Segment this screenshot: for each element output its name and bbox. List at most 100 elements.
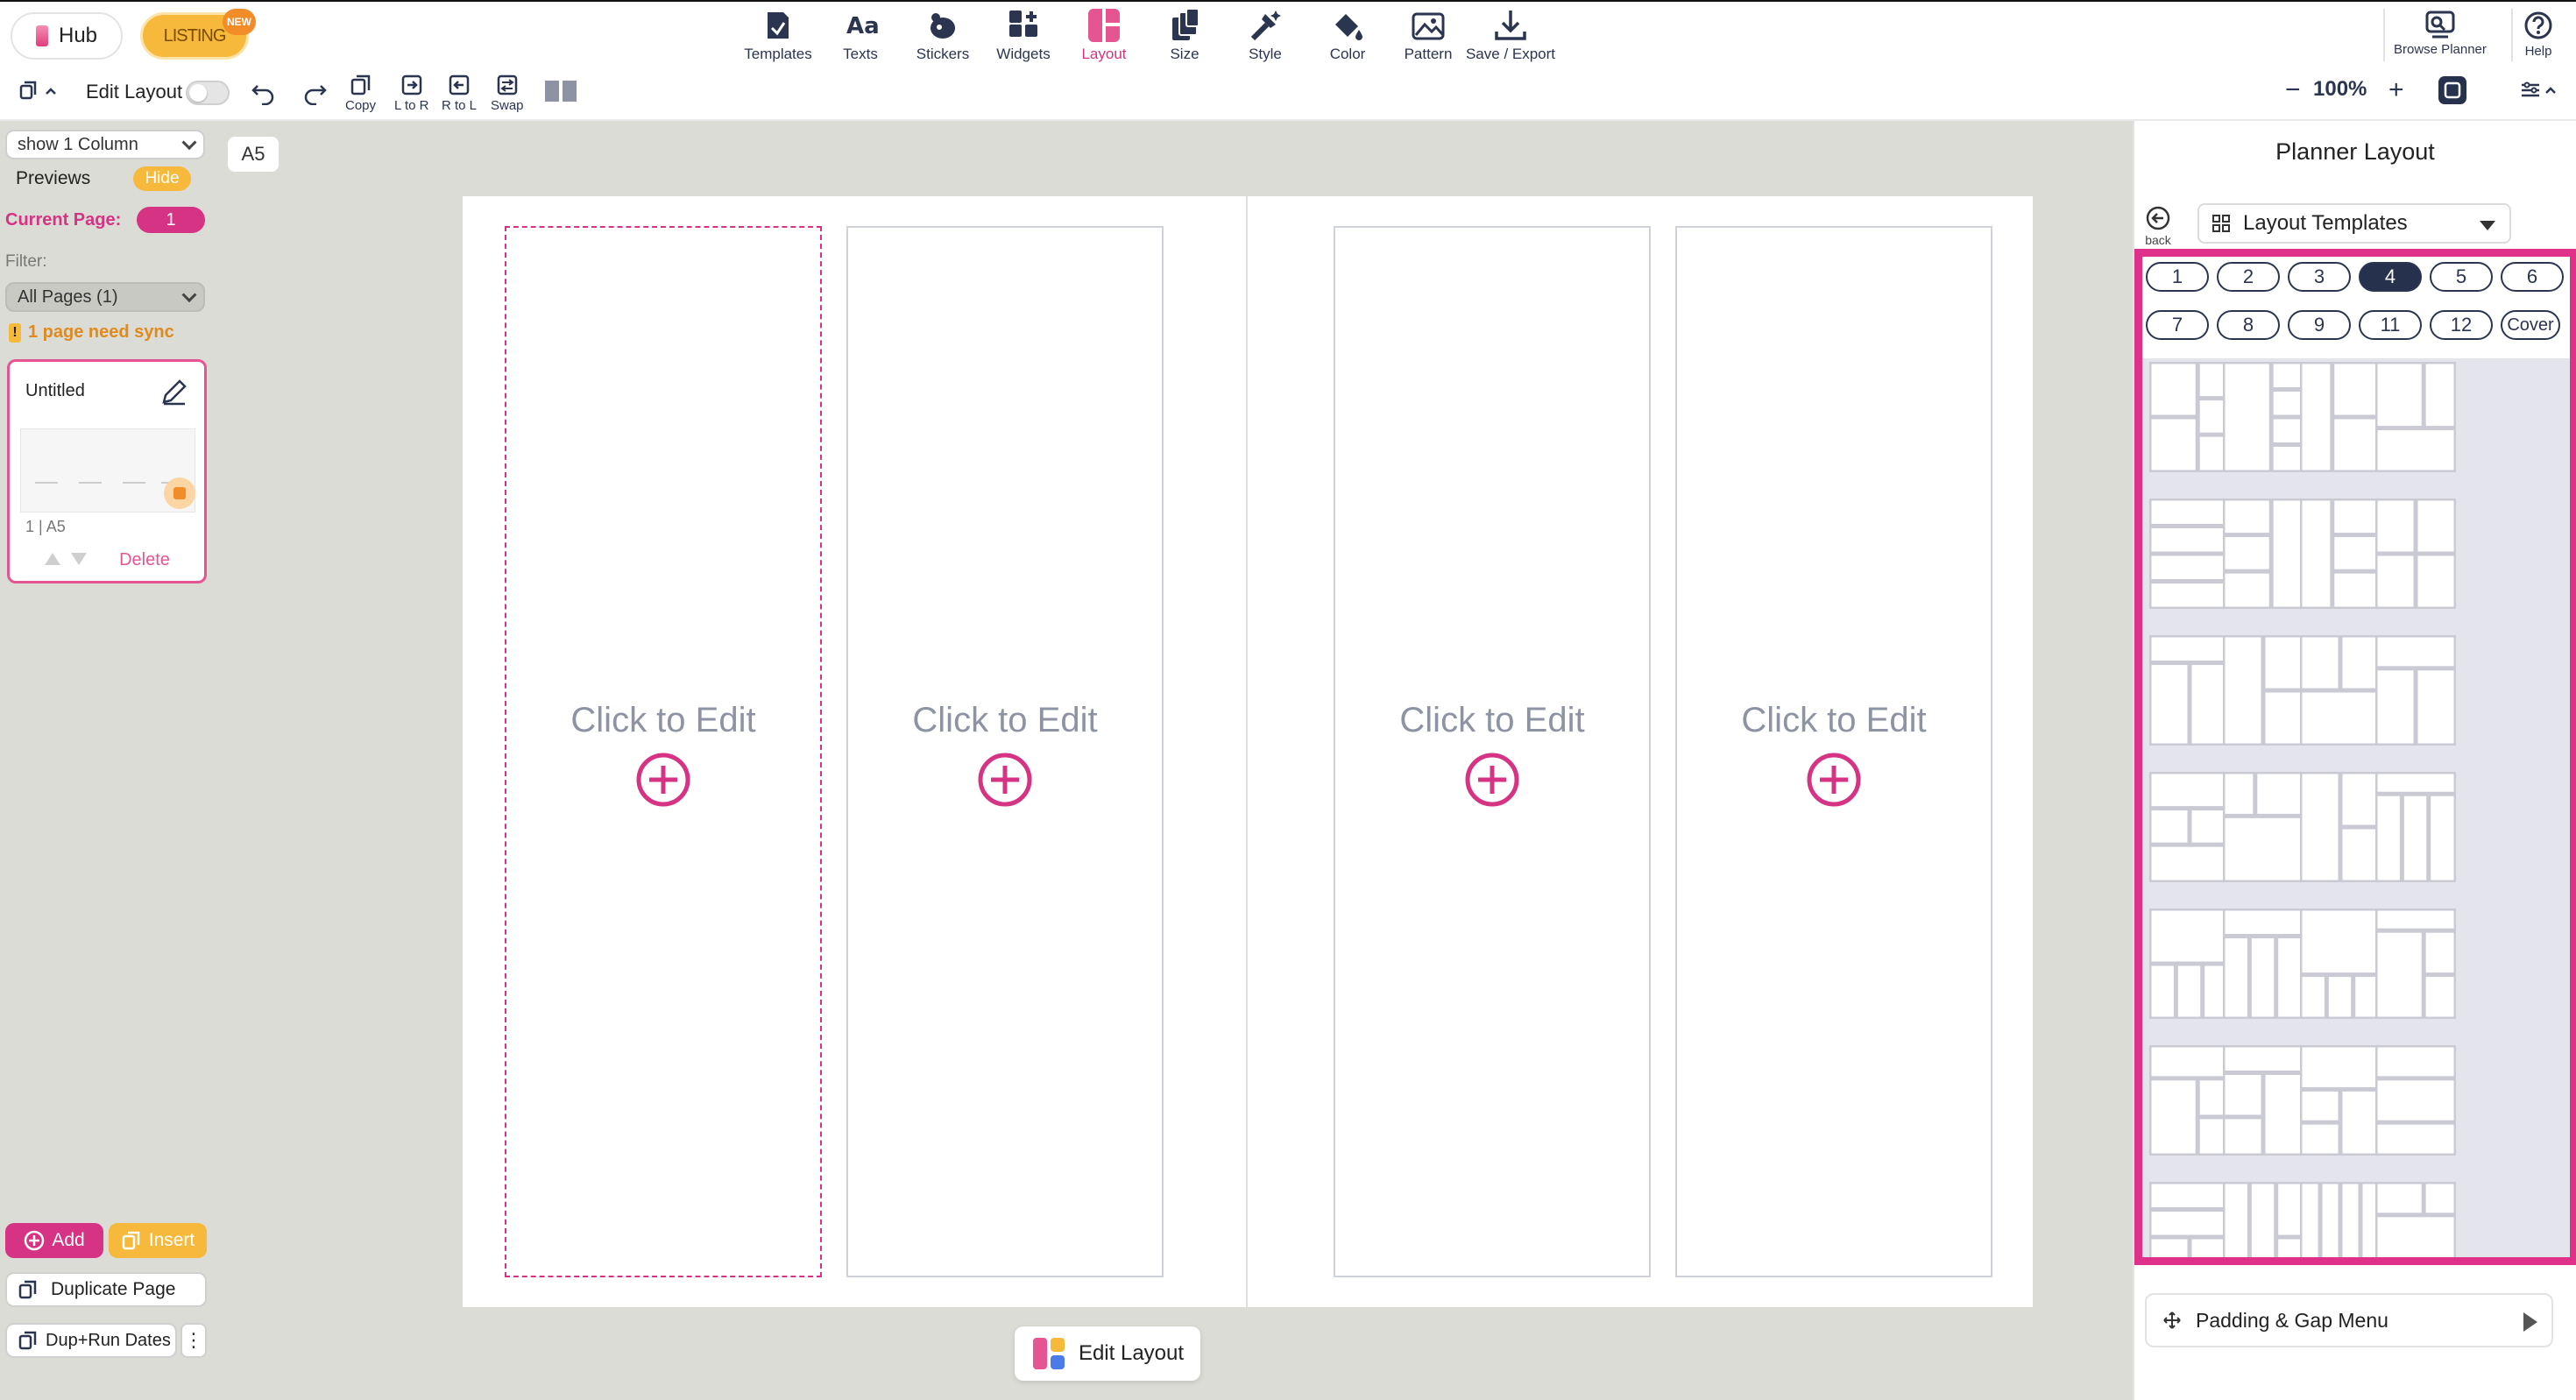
layout-template-thumbnail[interactable] [2300, 1045, 2381, 1156]
edit-pencil-icon[interactable] [159, 376, 190, 412]
pill-11[interactable]: 11 [2359, 310, 2422, 340]
tool-templates[interactable]: Templates [734, 9, 822, 65]
r-to-l-button[interactable]: R to L [442, 74, 477, 113]
layout-template-thumbnail[interactable] [2375, 772, 2456, 882]
layout-template-thumbnail[interactable] [2223, 1182, 2304, 1265]
layout-template-thumbnail[interactable] [2223, 362, 2304, 472]
hide-previews-button[interactable]: Hide [133, 166, 191, 191]
layout-template-thumbnail[interactable] [2300, 1182, 2381, 1265]
layout-template-thumbnail[interactable] [2223, 498, 2304, 609]
layout-template-thumbnail[interactable] [2149, 635, 2230, 746]
browse-planner-button[interactable]: Browse Planner [2394, 11, 2487, 57]
spread-view-button[interactable] [543, 79, 578, 103]
undo-button[interactable] [251, 81, 277, 105]
layout-template-thumbnail[interactable] [2375, 498, 2456, 609]
pill-1[interactable]: 1 [2146, 262, 2209, 292]
layout-template-thumbnail[interactable] [2375, 909, 2456, 1019]
padding-gap-menu-button[interactable]: Padding & Gap Menu [2145, 1293, 2553, 1347]
move-up-icon[interactable] [45, 553, 60, 565]
tool-texts[interactable]: Aa Texts [817, 9, 904, 65]
more-options-button[interactable]: ⋮ [180, 1323, 207, 1358]
layout-template-thumbnail[interactable] [2149, 498, 2230, 609]
pill-6[interactable]: 6 [2501, 262, 2564, 292]
pill-8[interactable]: 8 [2217, 310, 2280, 340]
copy-button[interactable]: Copy [345, 74, 376, 113]
layout-template-thumbnail[interactable] [2375, 362, 2456, 472]
l-to-r-button[interactable]: L to R [394, 74, 428, 113]
plus-circle-icon[interactable] [977, 752, 1033, 808]
column-select[interactable]: show 1 Column [5, 130, 205, 159]
tool-save-export[interactable]: Save / Export [1465, 9, 1556, 65]
layout-template-thumbnail[interactable] [2223, 909, 2304, 1019]
layout-column-1[interactable]: Click to Edit [505, 226, 822, 1277]
delete-page-button[interactable]: Delete [101, 546, 188, 574]
layout-template-thumbnail[interactable] [2149, 362, 2230, 472]
add-page-button[interactable]: Add [5, 1223, 103, 1258]
redo-button[interactable] [301, 81, 328, 105]
pages-menu-button[interactable] [19, 81, 58, 102]
layout-template-thumbnail[interactable] [2300, 498, 2381, 609]
pill-3[interactable]: 3 [2288, 262, 2351, 292]
plus-circle-icon[interactable] [1806, 752, 1862, 808]
filter-select[interactable]: All Pages (1) [5, 282, 205, 312]
layout-template-thumbnail[interactable] [2375, 1182, 2456, 1265]
layout-template-thumbnail[interactable] [2300, 772, 2381, 882]
tool-color[interactable]: Color [1304, 9, 1391, 65]
edit-layout-button[interactable]: Edit Layout [1015, 1326, 1200, 1381]
layout-template-thumbnail[interactable] [2300, 635, 2381, 746]
back-button[interactable]: back [2145, 205, 2171, 247]
pill-12[interactable]: 12 [2430, 310, 2493, 340]
fit-view-button[interactable] [2438, 75, 2467, 105]
help-button[interactable]: Help [2523, 11, 2553, 59]
zoom-out-button[interactable]: − [2285, 74, 2301, 105]
tool-stickers[interactable]: Stickers [899, 9, 987, 65]
sync-warning[interactable]: ! 1 page need sync [9, 322, 174, 343]
layout-template-thumbnail[interactable] [2223, 1045, 2304, 1156]
layout-column-3[interactable]: Click to Edit [1334, 226, 1651, 1277]
duplicate-page-button[interactable]: Duplicate Page [5, 1272, 207, 1307]
layout-template-thumbnail[interactable] [2223, 772, 2304, 882]
layout-template-thumbnail[interactable] [2149, 1182, 2230, 1265]
tool-label: Save / Export [1465, 46, 1556, 62]
layout-template-thumbnail[interactable] [2375, 635, 2456, 746]
pill-4[interactable]: 4 [2359, 262, 2422, 292]
insert-icon [122, 1231, 139, 1250]
layout-template-thumbnail[interactable] [2300, 362, 2381, 472]
tool-widgets[interactable]: Widgets [980, 9, 1067, 65]
layout-template-thumbnail[interactable] [2223, 635, 2304, 746]
pill-2[interactable]: 2 [2217, 262, 2280, 292]
tool-style[interactable]: Style [1221, 9, 1309, 65]
move-down-icon[interactable] [71, 553, 87, 565]
layout-column-2[interactable]: Click to Edit [846, 226, 1164, 1277]
layout-template-thumbnail[interactable] [2149, 909, 2230, 1019]
page-card[interactable]: Untitled 1 | A5 Delete [7, 359, 207, 583]
plus-circle-icon[interactable] [1464, 752, 1520, 808]
pill-9[interactable]: 9 [2288, 310, 2351, 340]
tool-layout[interactable]: Layout [1060, 9, 1148, 65]
tool-label: Texts [843, 46, 878, 62]
sliders-icon [2522, 81, 2539, 97]
layout-templates-select[interactable]: Layout Templates [2197, 203, 2511, 244]
zoom-in-button[interactable]: + [2388, 74, 2404, 105]
layout-template-thumbnail[interactable] [2300, 909, 2381, 1019]
edit-layout-toggle[interactable] [186, 81, 230, 105]
plus-circle-icon[interactable] [635, 752, 691, 808]
layout-template-thumbnail[interactable] [2375, 1045, 2456, 1156]
pill-7[interactable]: 7 [2146, 310, 2209, 340]
pill-cover[interactable]: Cover [2501, 310, 2560, 340]
insert-page-button[interactable]: Insert [109, 1223, 207, 1258]
plus-circle-icon [25, 1230, 45, 1251]
layout-template-thumbnail[interactable] [2149, 772, 2230, 882]
settings-toggle-button[interactable] [2520, 81, 2557, 100]
layout-template-thumbnail[interactable] [2149, 1045, 2230, 1156]
dup-run-dates-button[interactable]: Dup+Run Dates [5, 1323, 177, 1358]
current-page-value[interactable]: 1 [137, 207, 205, 233]
swap-button[interactable]: Swap [491, 74, 524, 113]
tool-size[interactable]: Size [1141, 9, 1228, 65]
hub-button[interactable]: Hub [11, 12, 123, 60]
tool-pattern[interactable]: Pattern [1384, 9, 1472, 65]
pill-5[interactable]: 5 [2430, 262, 2493, 292]
click-to-edit-text: Click to Edit [1741, 701, 1927, 739]
thumbnail-line [35, 482, 58, 484]
layout-column-4[interactable]: Click to Edit [1675, 226, 1992, 1277]
